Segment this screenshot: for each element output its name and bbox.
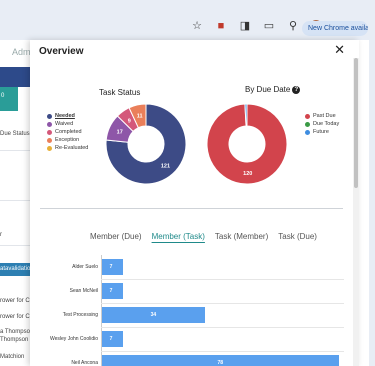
bar-category-label: Alder Suelo bbox=[72, 264, 98, 270]
donut-slice-value: 9 bbox=[128, 118, 131, 124]
divider bbox=[0, 200, 30, 201]
bar-category-label: Neil Ancona bbox=[71, 360, 98, 366]
bar-value-label: 34 bbox=[150, 312, 157, 318]
legend-item-future[interactable]: Future bbox=[305, 128, 339, 136]
legend-label: Future bbox=[313, 129, 329, 135]
star-icon[interactable]: ☆ bbox=[190, 19, 204, 32]
legend-label: Past Due bbox=[313, 113, 336, 119]
new-chrome-button[interactable]: New Chrome available bbox=[302, 21, 368, 36]
tab-task-member[interactable]: Task (Member) bbox=[215, 232, 268, 241]
legend-dot bbox=[47, 129, 52, 135]
overview-modal: Overview ✕ Task Status Needed Waived Com… bbox=[30, 40, 359, 366]
help-icon[interactable]: ? bbox=[292, 85, 301, 94]
bar-chart-gridline bbox=[101, 327, 344, 328]
bar-wesley-john-coolidio[interactable] bbox=[102, 331, 124, 347]
background-row: a Thompson bbox=[0, 329, 34, 335]
bar-value-label: 7 bbox=[109, 288, 113, 294]
divider bbox=[0, 150, 30, 151]
legend-item-re-evaluated[interactable]: Re-Evaluated bbox=[47, 144, 88, 152]
bar-chart-gridline bbox=[101, 279, 344, 280]
tune-icon[interactable]: ⚲ bbox=[286, 19, 300, 32]
due-date-legend: Past Due Due Today Future bbox=[305, 112, 339, 136]
cast-icon[interactable]: ▭ bbox=[262, 19, 276, 32]
task-status-title: Task Status bbox=[99, 88, 141, 97]
legend-label: Waived bbox=[55, 121, 74, 127]
legend-dot bbox=[305, 121, 310, 127]
legend-dot bbox=[47, 145, 52, 151]
donut-slice-value: 120 bbox=[243, 171, 252, 177]
extension-icon[interactable]: ■ bbox=[214, 20, 228, 32]
legend-item-needed[interactable]: Needed bbox=[47, 112, 88, 120]
donut-slice-value: 17 bbox=[117, 130, 123, 136]
legend-label: Due Today bbox=[313, 121, 340, 127]
legend-item-exception[interactable]: Exception bbox=[47, 136, 88, 144]
legend-item-waived[interactable]: Waived bbox=[47, 120, 88, 128]
due-date-title: By Due Date? bbox=[245, 85, 301, 94]
bar-alder-suelo[interactable] bbox=[102, 259, 124, 275]
legend-label: Completed bbox=[55, 129, 82, 135]
modal-title: Overview bbox=[39, 46, 84, 57]
chart-tabs: Member (Due) Member (Task) Task (Member)… bbox=[90, 232, 317, 241]
bar-value-label: 7 bbox=[109, 264, 113, 270]
legend-dot bbox=[47, 113, 52, 119]
tab-member-task[interactable]: Member (Task) bbox=[152, 232, 205, 241]
legend-dot bbox=[47, 137, 52, 143]
task-status-donut[interactable]: 121 17 9 11 bbox=[105, 103, 187, 185]
bar-value-label: 7 bbox=[109, 336, 113, 342]
modal-scrollbar[interactable] bbox=[353, 58, 359, 366]
background-admin-label: Adm bbox=[12, 47, 31, 57]
background-teal-block: 0 bbox=[0, 87, 18, 111]
bar-chart-gridline bbox=[101, 303, 344, 304]
bar-chart-gridline bbox=[101, 351, 344, 352]
background-row: rower for Cit bbox=[0, 314, 33, 320]
scrollbar-thumb[interactable] bbox=[354, 58, 358, 188]
close-icon[interactable]: ✕ bbox=[334, 42, 345, 58]
background-row: rower for Cit bbox=[0, 298, 33, 304]
tab-member-due[interactable]: Member (Due) bbox=[90, 232, 142, 241]
legend-dot bbox=[305, 129, 310, 135]
background-row: Thompson bbox=[0, 337, 29, 343]
legend-dot bbox=[47, 121, 52, 127]
task-status-legend: Needed Waived Completed Exception Re-Eva… bbox=[47, 112, 88, 152]
bar-sean-mcneil[interactable] bbox=[102, 283, 124, 299]
background-row: Matchion bbox=[0, 354, 25, 360]
legend-item-completed[interactable]: Completed bbox=[47, 128, 88, 136]
legend-label: Needed bbox=[55, 113, 75, 119]
donut-slice-value: 11 bbox=[137, 114, 143, 120]
tab-task-due[interactable]: Task (Due) bbox=[278, 232, 317, 241]
due-date-donut[interactable]: 120 bbox=[206, 103, 288, 185]
legend-label: Exception bbox=[55, 137, 80, 143]
bar-category-label: Sean McNeil bbox=[69, 288, 98, 294]
background-row: r bbox=[0, 232, 2, 238]
section-divider bbox=[40, 208, 343, 209]
bar-category-label: Wesley John Coolidio bbox=[50, 336, 98, 342]
divider bbox=[0, 245, 30, 246]
browser-toolbar: ☆ ■ ◨ ▭ ⚲ ⋮ New Chrome available bbox=[0, 0, 375, 41]
bar-category-label: Test Processing bbox=[62, 312, 98, 318]
legend-label: Re-Evaluated bbox=[55, 145, 89, 151]
puzzle-icon[interactable]: ◨ bbox=[238, 19, 252, 32]
bar-value-label: 78 bbox=[217, 360, 224, 366]
legend-item-past-due[interactable]: Past Due bbox=[305, 112, 339, 120]
due-date-title-text: By Due Date bbox=[245, 85, 291, 94]
background-header-block bbox=[0, 67, 30, 87]
donut-slice-value: 121 bbox=[161, 163, 170, 169]
browser-right-edge bbox=[369, 0, 375, 366]
legend-item-due-today[interactable]: Due Today bbox=[305, 120, 339, 128]
legend-dot bbox=[305, 113, 310, 119]
background-row: atavalidation bbox=[0, 266, 34, 272]
background-due-status: Due Status bbox=[0, 131, 30, 137]
